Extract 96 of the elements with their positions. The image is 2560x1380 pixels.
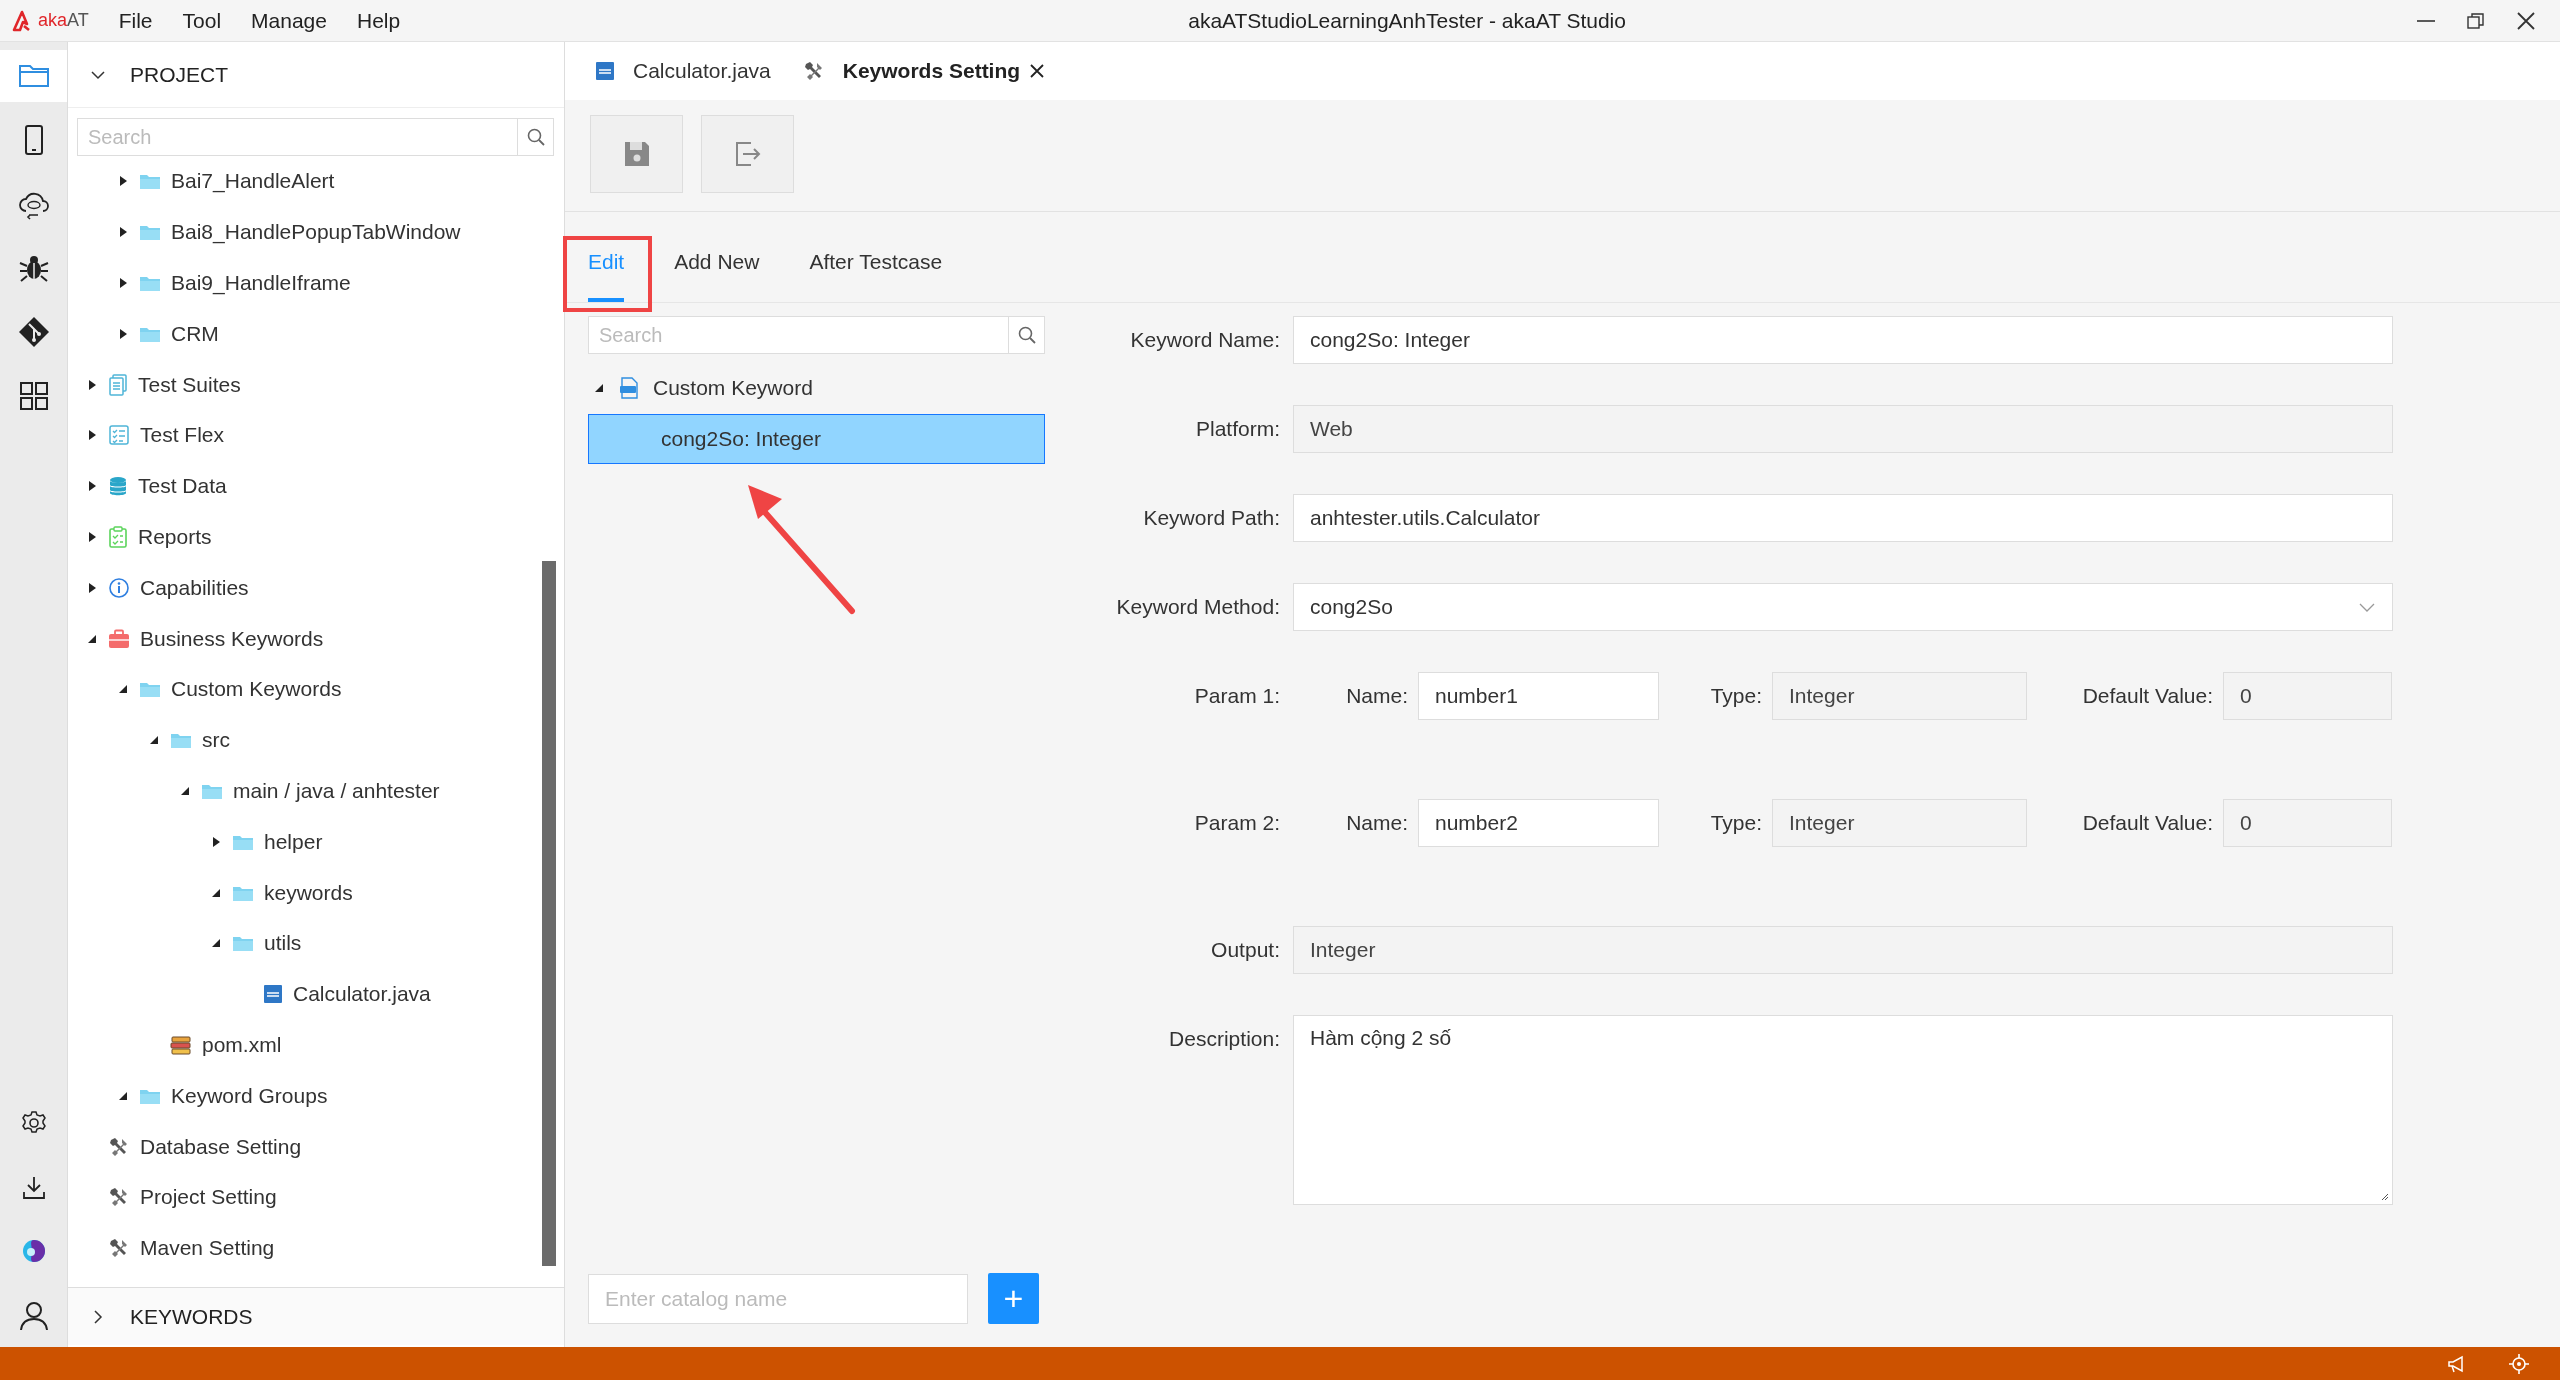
resize-handle-icon[interactable]: [2379, 1191, 2389, 1201]
tree-item[interactable]: Test Data: [138, 474, 227, 499]
tree-item[interactable]: helper: [264, 829, 323, 854]
books-icon: [170, 1034, 192, 1055]
document-stack-icon: [108, 373, 128, 396]
input-field[interactable]: cong2So: Integer: [1293, 316, 2393, 364]
tools-icon: [108, 1237, 130, 1260]
expand-icon[interactable]: [210, 835, 222, 848]
collapse-icon[interactable]: [117, 683, 129, 696]
collapse-icon[interactable]: [593, 382, 605, 394]
expand-icon[interactable]: [86, 581, 98, 594]
window-title: akaATStudioLearningAnhTester - akaAT Studio: [1187, 8, 1627, 33]
tree-item[interactable]: Capabilities: [140, 575, 249, 600]
field-label: Param 2:: [1193, 810, 1281, 836]
tree-item[interactable]: Business Keywords: [140, 626, 324, 651]
search-icon: [525, 127, 546, 147]
search-field[interactable]: Search: [77, 118, 518, 156]
tree-item[interactable]: Bai9_HandleIframe: [171, 271, 351, 295]
field-label: Description:: [1168, 1026, 1281, 1052]
tree-item[interactable]: src: [202, 728, 230, 753]
collapse-icon[interactable]: [148, 734, 160, 747]
tree-item[interactable]: Bai8_HandlePopupTabWindow: [171, 220, 461, 245]
input-field[interactable]: number1: [1418, 672, 1659, 720]
text-area[interactable]: Hàm cộng 2 số: [1293, 1015, 2393, 1205]
menu-item[interactable]: File: [118, 8, 153, 33]
expand-icon[interactable]: [86, 429, 98, 442]
checklist-icon: [108, 424, 130, 447]
expand-icon[interactable]: [117, 226, 129, 239]
field-label: Keyword Name:: [1129, 327, 1281, 353]
collapsed-panel[interactable]: KEYWORDS: [68, 1287, 564, 1345]
expand-icon[interactable]: [117, 277, 129, 289]
menu-item[interactable]: Tool: [182, 8, 222, 33]
database-icon: [108, 475, 128, 498]
expand-icon[interactable]: [117, 327, 129, 340]
expand-icon[interactable]: [86, 530, 98, 543]
tree-item[interactable]: Maven Setting: [140, 1236, 275, 1261]
input-field[interactable]: Enter catalog name: [588, 1273, 968, 1324]
field-label: Default Value:: [2081, 683, 2214, 709]
search-button[interactable]: [1009, 316, 1045, 354]
tree-item[interactable]: Bai7_HandleAlert: [171, 169, 335, 194]
dropdown-field[interactable]: cong2So: [1293, 583, 2393, 631]
input-field[interactable]: anhtester.utils.Calculator: [1293, 494, 2393, 542]
tree-item[interactable]: Test Flex: [140, 423, 225, 448]
expand-icon[interactable]: [86, 480, 98, 493]
editor-tab[interactable]: Calculator.java: [587, 42, 787, 100]
tree-item[interactable]: Keyword Groups: [171, 1083, 328, 1108]
tab[interactable]: After Testcase: [809, 240, 943, 302]
expand-icon[interactable]: [117, 175, 129, 188]
field-label: Name:: [1345, 810, 1409, 836]
crosshair-icon[interactable]: [2508, 1352, 2530, 1375]
search-button[interactable]: [518, 118, 554, 156]
tree-item[interactable]: Custom Keyword: [653, 376, 813, 400]
field-label: Output:: [1210, 937, 1281, 963]
input-field[interactable]: number2: [1418, 799, 1659, 847]
field-label: Type:: [1709, 810, 1763, 836]
menu-item[interactable]: Manage: [251, 8, 327, 33]
expand-icon[interactable]: [86, 378, 98, 391]
field-label: Keyword Path:: [1142, 505, 1281, 531]
menu-item[interactable]: Help: [356, 8, 401, 33]
field-label: Default Value:: [2081, 810, 2214, 836]
tools-icon: [802, 60, 825, 82]
list-item[interactable]: cong2So: Integer: [588, 414, 1045, 464]
tree-item[interactable]: Database Setting: [140, 1134, 302, 1159]
collapse-icon[interactable]: [210, 937, 222, 950]
field-label: Name:: [1345, 683, 1409, 709]
info-icon: [108, 576, 130, 599]
tree-item[interactable]: keywords: [264, 880, 353, 905]
panel-title: PROJECT: [130, 62, 228, 87]
tree-item[interactable]: main / java / anhtester: [233, 778, 440, 803]
scrollbar[interactable]: [542, 561, 556, 1266]
tree-item[interactable]: Custom Keywords: [171, 677, 342, 702]
close-icon[interactable]: [1028, 62, 1047, 80]
panel-title: KEYWORDS: [130, 1304, 253, 1329]
editor-tab[interactable]: Keywords Setting: [794, 42, 1063, 100]
clipboard-icon: [108, 525, 128, 548]
tree-item[interactable]: Reports: [138, 524, 212, 549]
file-icon: [619, 377, 639, 399]
search-field[interactable]: Search: [588, 316, 1009, 354]
briefcase-icon: [108, 628, 130, 649]
field-label: Type:: [1709, 683, 1763, 709]
tree-item[interactable]: utils: [264, 931, 302, 956]
tools-icon: [108, 1135, 130, 1158]
file-icon: [263, 984, 283, 1005]
search-icon: [1016, 325, 1037, 345]
tree-item[interactable]: CRM: [171, 321, 219, 346]
tree-item[interactable]: Calculator.java: [293, 982, 431, 1007]
tree-item[interactable]: Project Setting: [140, 1185, 277, 1210]
field-label: Param 1:: [1193, 683, 1281, 709]
tools-icon: [108, 1186, 130, 1209]
tab[interactable]: Add New: [674, 240, 760, 302]
field-label: Platform:: [1194, 416, 1281, 442]
tree-item[interactable]: pom.xml: [202, 1032, 282, 1057]
file-icon: [595, 61, 615, 81]
logo-text: akaAT: [38, 10, 89, 31]
field-label: Keyword Method:: [1115, 594, 1281, 620]
tree-item[interactable]: Test Suites: [138, 372, 241, 397]
